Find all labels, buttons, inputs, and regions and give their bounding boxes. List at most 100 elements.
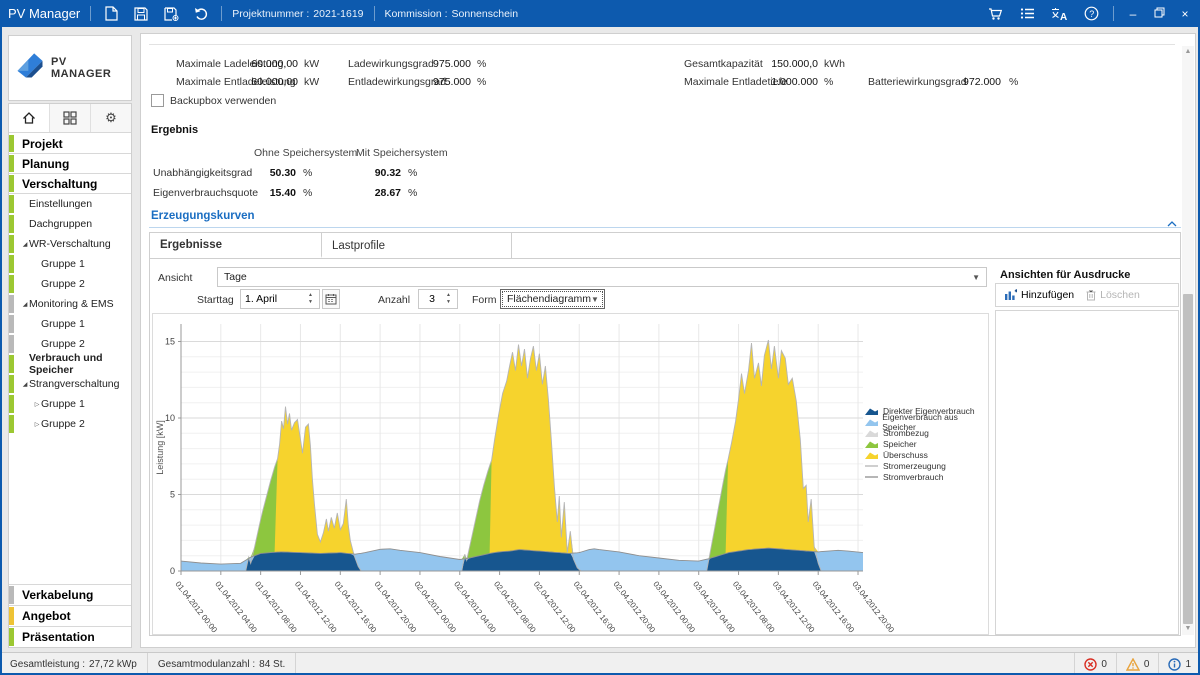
add-view-label: Hinzufügen <box>1021 289 1074 301</box>
starttag-input[interactable]: 1. April ▲▼ <box>240 289 320 309</box>
undo-icon[interactable] <box>191 5 211 23</box>
add-view-button[interactable]: Hinzufügen <box>1004 289 1074 301</box>
print-views-list[interactable] <box>995 310 1179 635</box>
svg-text:15: 15 <box>165 337 175 347</box>
sidebar-item-angebot[interactable]: Angebot <box>9 605 131 626</box>
scroll-up-icon[interactable]: ▲ <box>1182 46 1194 58</box>
restore-button[interactable] <box>1152 7 1166 21</box>
tree-item-einstellungen[interactable]: Einstellungen <box>9 194 131 214</box>
legend-label: Speicher <box>883 439 917 449</box>
field-value[interactable]: 60.000,00 <box>201 76 298 88</box>
list-icon[interactable] <box>1017 5 1037 23</box>
legend-item: Strombezug <box>865 428 988 438</box>
vertical-scrollbar[interactable]: ▲ ▼ <box>1182 46 1194 635</box>
tree-item-verschaltung[interactable]: Verschaltung <box>9 174 131 194</box>
status-indicator <box>9 628 14 646</box>
x-axis-tick-label: 03.04.2012 12:00 <box>771 580 817 634</box>
new-document-icon[interactable] <box>101 5 121 23</box>
backupbox-checkbox-row[interactable]: Backupbox verwenden <box>151 94 276 107</box>
tab-settings[interactable]: ⚙ <box>91 104 131 132</box>
warning-counter[interactable]: 0 <box>1116 653 1159 675</box>
module-count-label: Gesamtmodulanzahl : <box>158 659 255 670</box>
scroll-down-icon[interactable]: ▼ <box>1182 623 1194 635</box>
warning-icon <box>1126 658 1140 671</box>
delete-view-button[interactable]: Löschen <box>1086 289 1140 301</box>
status-indicator <box>9 255 14 273</box>
tab-modules[interactable] <box>50 104 91 132</box>
save-icon[interactable] <box>131 5 151 23</box>
anzahl-input[interactable]: 3 ▲▼ <box>418 289 458 309</box>
help-icon[interactable]: ? <box>1081 5 1101 23</box>
x-axis-tick-label: 01.04.2012 08:00 <box>253 580 299 634</box>
tree-item-monitoring-ems[interactable]: ◢Monitoring & EMS <box>9 294 131 314</box>
divider <box>1113 6 1114 21</box>
collapse-chevron-icon[interactable] <box>1167 214 1177 232</box>
cart-icon[interactable] <box>985 5 1005 23</box>
tree-item-wr-verschaltung[interactable]: ◢WR-Verschaltung <box>9 234 131 254</box>
sidebar-tab-strip: ⚙ <box>9 104 131 133</box>
status-indicator <box>9 607 14 625</box>
save-as-icon[interactable] <box>161 5 181 23</box>
y-axis-label: Leistung [kW] <box>155 420 165 475</box>
starttag-label: Starttag <box>197 294 234 306</box>
minimize-button[interactable]: – <box>1126 7 1140 21</box>
erzeugungskurven-link[interactable]: Erzeugungskurven <box>151 210 255 222</box>
collapse-arrow-icon[interactable]: ◢ <box>21 301 29 308</box>
field-value[interactable]: 975.000 <box>381 76 471 88</box>
tree-item-label: Planung <box>22 157 69 171</box>
translate-icon[interactable]: A <box>1049 5 1069 23</box>
error-counter[interactable]: 0 <box>1074 653 1116 675</box>
module-count-cell: Gesamtmodulanzahl : 84 St. <box>148 653 296 675</box>
tab-lastprofile[interactable]: Lastprofile <box>322 233 512 258</box>
field-value[interactable]: 150.000,0 <box>721 58 818 70</box>
anzahl-spinner[interactable]: ▲▼ <box>444 292 453 306</box>
tab-home[interactable] <box>9 104 50 132</box>
tree-item-gruppe-2[interactable]: Gruppe 2 <box>9 334 131 354</box>
tree-item-dachgruppen[interactable]: Dachgruppen <box>9 214 131 234</box>
scrollbar-thumb[interactable] <box>1183 294 1193 624</box>
tree-item-verbrauch-und-speicher[interactable]: Verbrauch und Speicher <box>9 354 131 374</box>
sidebar-item-label: Verkabelung <box>22 588 93 602</box>
ansicht-combobox[interactable]: Tage ▼ <box>217 267 987 287</box>
x-axis-tick-label: 03.04.2012 16:00 <box>811 580 857 634</box>
error-count: 0 <box>1101 659 1107 670</box>
field-value[interactable]: 972.000 <box>901 76 1001 88</box>
status-indicator <box>9 135 14 152</box>
expand-arrow-icon[interactable]: ▷ <box>33 421 41 428</box>
field-value[interactable]: 1.000.000 <box>721 76 818 88</box>
x-axis-tick-label: 02.04.2012 00:00 <box>412 580 458 634</box>
tree-item-planung[interactable]: Planung <box>9 154 131 174</box>
tree-item-label: Gruppe 2 <box>41 338 85 350</box>
tree-item-gruppe-1[interactable]: Gruppe 1 <box>9 314 131 334</box>
form-combobox[interactable]: Flächendiagramm ▼ <box>500 289 605 309</box>
sidebar-item-präsentation[interactable]: Präsentation <box>9 626 131 647</box>
svg-text:A: A <box>1060 12 1067 21</box>
tree-item-gruppe-1[interactable]: Gruppe 1 <box>9 254 131 274</box>
close-button[interactable]: × <box>1178 7 1192 21</box>
total-power-label: Gesamtleistung : <box>10 659 85 670</box>
calendar-icon[interactable] <box>322 289 340 309</box>
status-indicator <box>9 415 14 433</box>
collapse-arrow-icon[interactable]: ◢ <box>21 381 29 388</box>
expand-arrow-icon[interactable]: ▷ <box>33 401 41 408</box>
field-value[interactable]: 975.000 <box>381 58 471 70</box>
chart-panel: 05101501.04.2012 00:0001.04.2012 04:0001… <box>152 313 989 635</box>
backupbox-checkbox[interactable] <box>151 94 164 107</box>
status-indicator <box>9 195 14 213</box>
tree-item-gruppe-1[interactable]: ▷Gruppe 1 <box>9 394 131 414</box>
collapse-arrow-icon[interactable]: ◢ <box>21 241 29 248</box>
sidebar: PV MANAGER ⚙ ProjektPlanungVerschaltungE… <box>8 33 132 648</box>
area-swatch-icon <box>865 450 879 460</box>
starttag-spinner[interactable]: ▲▼ <box>306 292 315 306</box>
info-counter[interactable]: 1 <box>1158 653 1200 675</box>
tree-item-gruppe-2[interactable]: ▷Gruppe 2 <box>9 414 131 434</box>
field-unit: % <box>1009 76 1018 88</box>
tab-ergebnisse[interactable]: Ergebnisse <box>150 233 322 258</box>
field-unit: kWh <box>824 58 845 70</box>
sidebar-item-verkabelung[interactable]: Verkabelung <box>9 584 131 605</box>
field-value[interactable]: 60.000,00 <box>201 58 298 70</box>
tree-item-projekt[interactable]: Projekt <box>9 134 131 154</box>
x-axis-tick-label: 02.04.2012 04:00 <box>452 580 498 634</box>
tree-item-gruppe-2[interactable]: Gruppe 2 <box>9 274 131 294</box>
tree-item-strangverschaltung[interactable]: ◢Strangverschaltung <box>9 374 131 394</box>
